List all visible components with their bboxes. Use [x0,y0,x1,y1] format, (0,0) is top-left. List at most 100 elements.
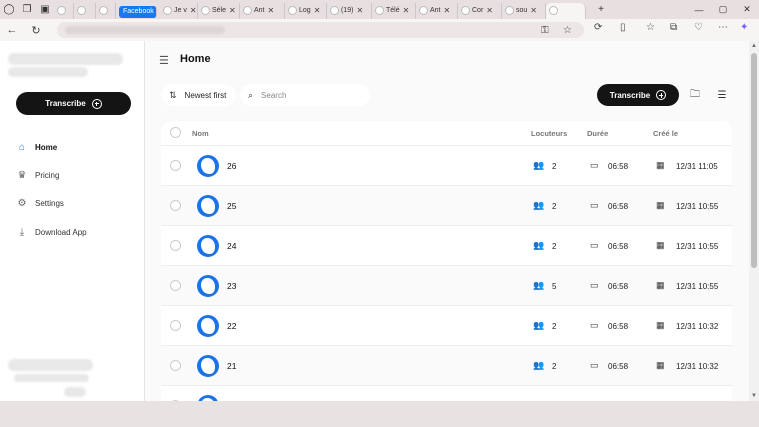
browser-tab[interactable]: Log ✕ [285,2,327,19]
row-created: 12/31 10:55 [676,202,719,211]
sidebar-item-download-app[interactable]: ⤓ Download App [16,225,87,239]
row-name: 23 [227,281,237,291]
scroll-down-arrow-icon[interactable]: ▼ [749,391,759,401]
browser-tab[interactable] [54,2,74,19]
scroll-up-arrow-icon[interactable]: ▲ [749,41,759,51]
browser-tab[interactable] [96,2,116,19]
new-tab-button[interactable]: + [592,0,610,19]
row-speakers: 2 [552,322,557,331]
sidebar: Transcribe ⌂ Home ♛ Pricing ⚙ Settings ⤓… [0,41,145,401]
maximize-icon[interactable]: ▢ [711,0,735,19]
column-header-duration[interactable]: Durée [587,129,608,138]
table-row[interactable]: 21 👥 2 ▭ 06:58 ▦ 12/31 10:32 [161,345,732,385]
menu-toggle-icon[interactable]: ☰ [159,54,169,67]
sort-button[interactable]: ⇅ Newest first [161,84,236,106]
page-title: Home [180,53,211,65]
close-tab-icon[interactable]: ✕ [229,6,236,15]
column-header-name[interactable]: Nom [192,129,209,138]
row-duration: 06:58 [608,202,629,211]
close-tab-icon[interactable]: ✕ [190,6,197,15]
close-tab-icon[interactable]: ✕ [403,6,410,15]
table-row[interactable]: 24 👥 2 ▭ 06:58 ▦ 12/31 10:55 [161,225,732,265]
browser-tab[interactable]: sou ✕ [502,2,546,19]
close-tab-icon[interactable]: ✕ [356,6,363,15]
copilot-icon[interactable]: ✦ [740,22,748,33]
table-row[interactable]: 22 👥 2 ▭ 06:58 ▦ 12/31 10:32 [161,305,732,345]
split-screen-icon[interactable]: ▯ [620,22,626,33]
duration-icon: ▭ [590,320,599,330]
profile-icon[interactable]: ◯ [0,0,18,19]
table-row[interactable]: 26 👥 2 ▭ 06:58 ▦ 12/31 11:05 [161,145,732,185]
table-header: Nom Locuteurs Durée Créé le [161,121,732,145]
browser-tab[interactable]: Télé ✕ [372,2,416,19]
favorite-star-icon[interactable]: ☆ [563,25,572,36]
tab-actions-icon[interactable]: ▣ [36,0,54,19]
close-tab-icon[interactable]: ✕ [486,6,493,15]
workspaces-icon[interactable]: ❐ [18,0,36,19]
close-tab-icon[interactable]: ✕ [444,6,451,15]
row-checkbox[interactable] [170,280,181,291]
redacted-account [64,387,86,397]
row-checkbox[interactable] [170,360,181,371]
new-folder-icon[interactable]: 🗀 [687,87,703,103]
globe-icon [163,6,172,15]
browser-tab[interactable]: Je v ✕ [160,2,198,19]
row-duration: 06:58 [608,282,629,291]
close-window-icon[interactable]: ✕ [735,0,759,19]
close-tab-icon[interactable]: ✕ [530,6,537,15]
browser-tab[interactable]: Séle ✕ [198,2,240,19]
main-content: ☰ Home ⇅ Newest first ⌕ Transcribe 🗀 ☰ N… [145,41,749,401]
transcribe-button[interactable]: Transcribe [597,84,679,106]
sidebar-item-pricing[interactable]: ♛ Pricing [16,168,60,182]
browser-essentials-icon[interactable]: ♡ [694,22,703,33]
transcribe-button[interactable]: Transcribe [16,92,131,115]
tab-label: Ant [254,7,265,14]
table-row[interactable] [161,385,732,401]
page-scrollbar[interactable]: ▲ ▼ [749,41,759,401]
tab-label: Ant [430,7,441,14]
select-all-checkbox[interactable] [170,127,181,138]
extensions-icon[interactable]: ⟳ [594,22,602,33]
search-input[interactable] [261,90,352,100]
browser-tab[interactable]: Ant ✕ [416,2,458,19]
globe-icon [243,6,252,15]
redacted-url [65,26,225,34]
address-bar[interactable]: ⚿ ☆ [57,22,584,38]
browser-tab[interactable]: Cor ✕ [458,2,502,19]
collections-icon[interactable]: ⧉ [670,22,677,33]
row-checkbox[interactable] [170,200,181,211]
column-header-speakers[interactable]: Locuteurs [531,129,567,138]
sidebar-item-home[interactable]: ⌂ Home [16,140,57,154]
row-name: 22 [227,321,237,331]
search-box: ⌕ [240,84,370,106]
scrollbar-thumb[interactable] [751,53,757,268]
minimize-icon[interactable]: — [687,0,711,19]
column-header-created[interactable]: Créé le [653,129,678,138]
browser-tab[interactable]: Ant ✕ [240,2,285,19]
calendar-icon: ▦ [656,280,665,290]
browser-tab[interactable] [546,2,586,19]
globe-icon [57,6,66,15]
close-tab-icon[interactable]: ✕ [268,6,275,15]
browser-tab[interactable]: Facebook [119,5,157,18]
back-icon[interactable]: ← [0,24,24,36]
row-checkbox[interactable] [170,240,181,251]
sidebar-item-settings[interactable]: ⚙ Settings [16,196,64,210]
menu-dots-icon[interactable]: ⋯ [718,22,728,33]
transcripts-table: Nom Locuteurs Durée Créé le 26 👥 2 ▭ 06:58 ▦ 1… [161,121,732,401]
favorites-icon[interactable]: ☆ [646,22,655,33]
download-icon: ⤓ [19,226,25,238]
row-checkbox[interactable] [170,160,181,171]
browser-tab[interactable]: (19) ✕ [327,2,372,19]
calendar-icon: ▦ [656,240,665,250]
close-tab-icon[interactable]: ✕ [314,6,321,15]
globe-icon [99,6,108,15]
globe-icon [288,6,297,15]
browser-tab[interactable] [74,2,96,19]
table-row[interactable]: 25 👥 2 ▭ 06:58 ▦ 12/31 10:55 [161,185,732,225]
refresh-icon[interactable]: ↻ [24,24,48,37]
filter-icon[interactable]: ☰ [714,87,730,103]
row-checkbox[interactable] [170,320,181,331]
table-row[interactable]: 23 👥 5 ▭ 06:58 ▦ 12/31 10:55 [161,265,732,305]
password-key-icon[interactable]: ⚿ [541,25,549,36]
